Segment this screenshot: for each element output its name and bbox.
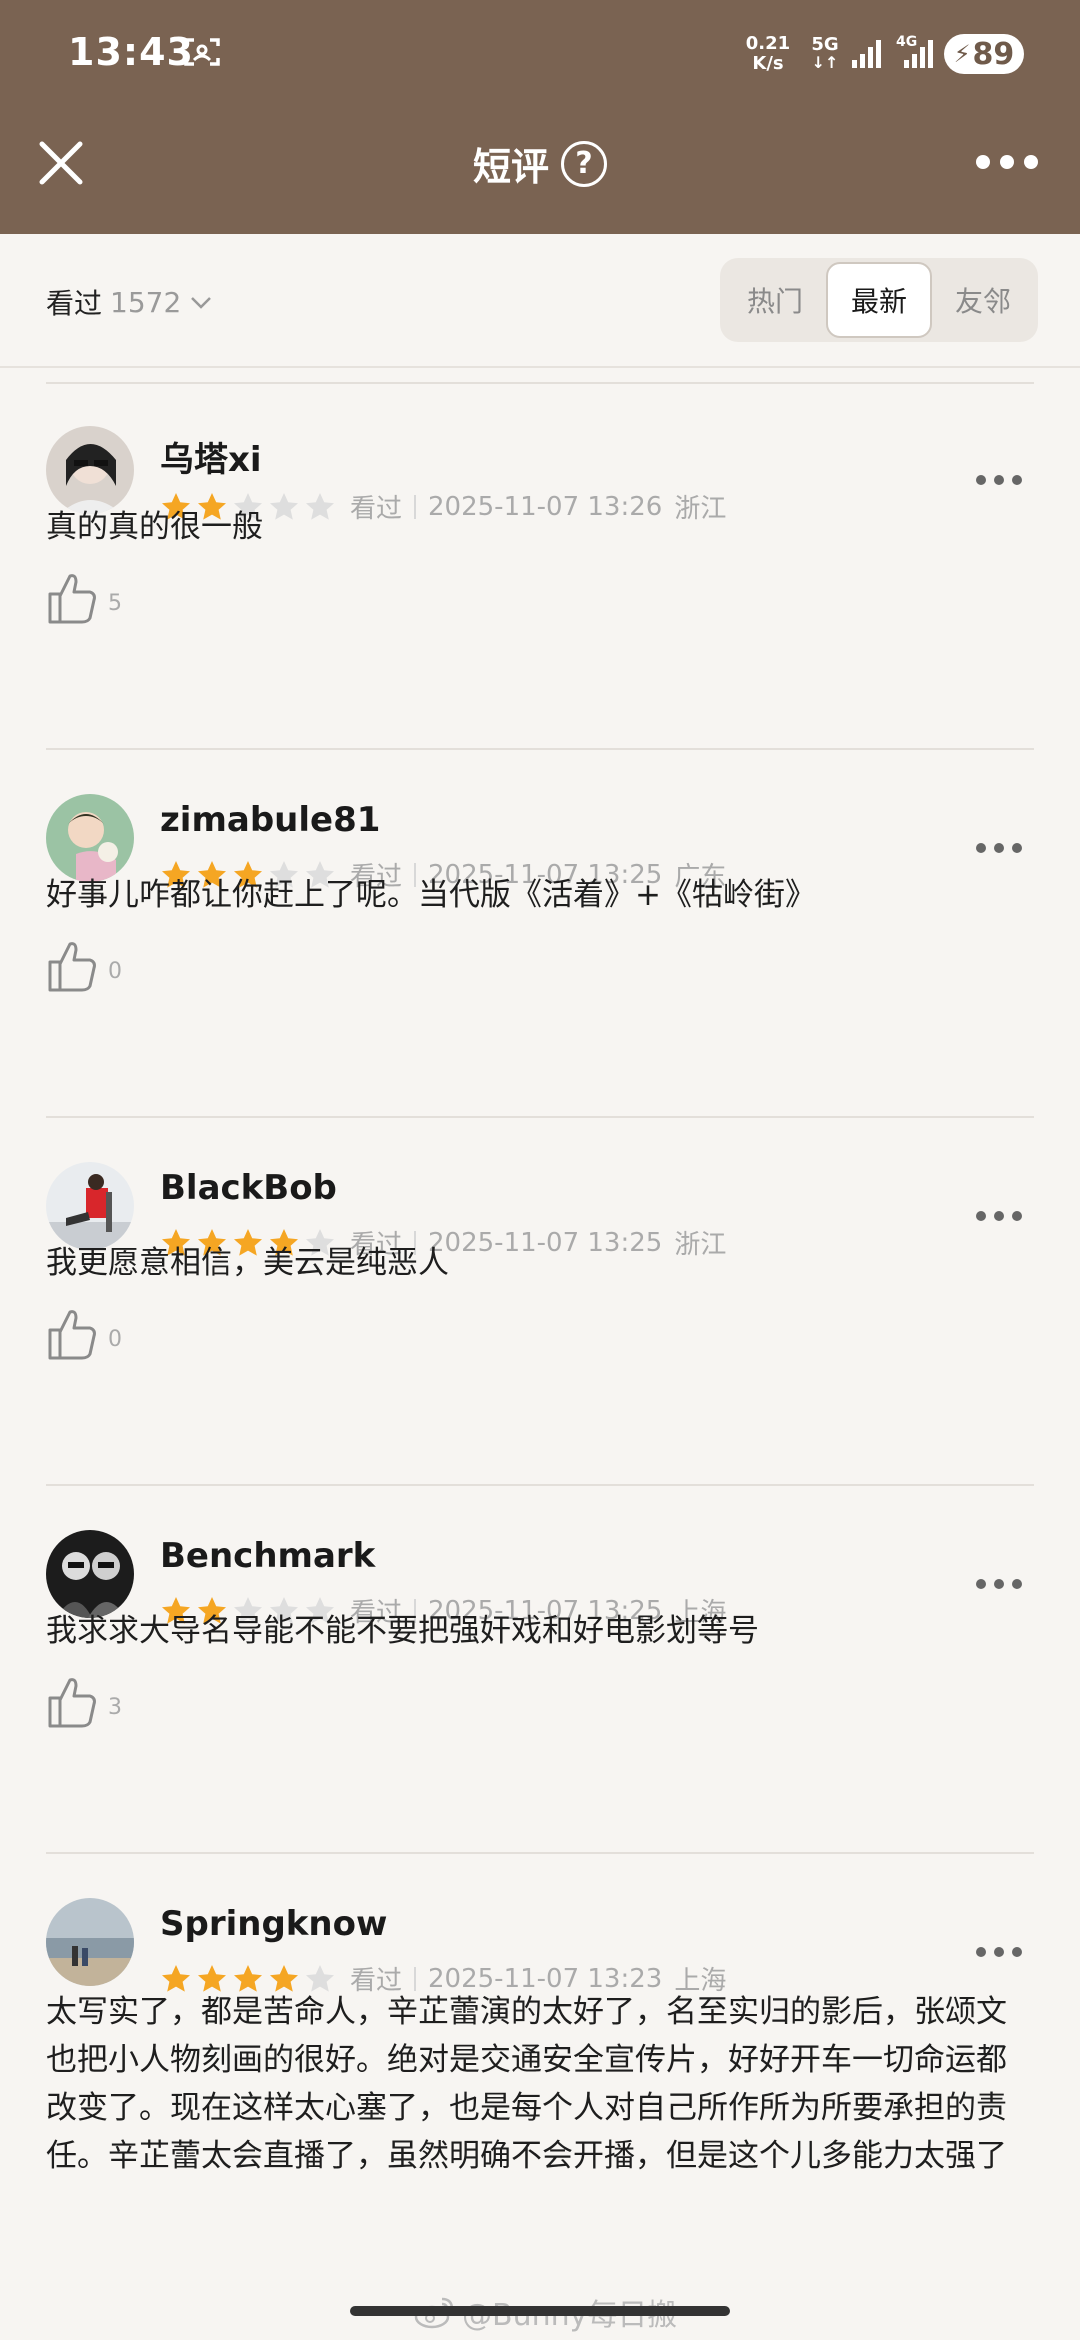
- dot-icon: [1024, 155, 1038, 169]
- more-options-icon[interactable]: [976, 1942, 1022, 1962]
- dot-icon: [976, 155, 990, 169]
- tab-latest[interactable]: 最新: [826, 262, 932, 338]
- title-wrap: 短评 ?: [0, 136, 1080, 191]
- like-button[interactable]: 0: [46, 938, 122, 994]
- data-arrows-icon: ↓↑: [811, 53, 839, 72]
- review-list: 乌塔xi 看过 2025-11-07 13:26 浙江 真的真的很一般 5 zi…: [0, 382, 1080, 2314]
- thumbs-up-icon: [48, 1678, 96, 1728]
- network-5g: 5G ↓↑: [810, 36, 840, 72]
- like-count: 0: [108, 1327, 122, 1352]
- net-speed-unit: K/s: [752, 53, 784, 74]
- help-icon[interactable]: ?: [561, 140, 607, 187]
- like-button[interactable]: 0: [46, 1306, 122, 1362]
- signal-icon: [852, 40, 881, 68]
- like-count: 0: [108, 959, 122, 984]
- battery-level: 89: [972, 36, 1015, 72]
- review-item: Benchmark 看过 2025-11-07 13:25 上海 我求求大导名导…: [0, 1486, 1080, 1854]
- like-count: 5: [108, 591, 122, 616]
- seen-count: 1572: [110, 285, 182, 319]
- like-button[interactable]: 5: [46, 570, 122, 626]
- battery-indicator: ⚡ 89: [944, 34, 1024, 74]
- more-options-icon[interactable]: [976, 1574, 1022, 1594]
- review-text: 我求求大导名导能不能不要把强奸戏和好电影划等号: [46, 1613, 759, 1649]
- avatar[interactable]: [46, 426, 134, 514]
- net-speed-value: 0.21: [745, 33, 791, 54]
- net-speed: 0.21 K/s: [742, 34, 794, 74]
- avatar[interactable]: [46, 794, 134, 882]
- tab-hot[interactable]: 热门: [724, 262, 826, 338]
- review-text: 我更愿意相信，美云是纯恶人: [46, 1245, 449, 1281]
- review-text: 真的真的很一般: [46, 509, 263, 545]
- sort-segmented-control: 热门 最新 友邻: [720, 258, 1038, 342]
- top-bar: 短评 ?: [0, 110, 1080, 234]
- dot-icon: [1000, 155, 1014, 169]
- avatar[interactable]: [46, 1530, 134, 1618]
- review-text: 好事儿咋都让你赶上了呢。当代版《活着》+《牯岭街》: [46, 877, 816, 913]
- thumbs-up-icon: [48, 574, 96, 624]
- review-text: 太写实了，都是苦命人，辛芷蕾演的太好了，名至实归的影后，张颂文也把小人物刻画的很…: [46, 1994, 1007, 2174]
- user-name[interactable]: BlackBob: [160, 1168, 337, 1208]
- meta-divider: [414, 1966, 417, 1991]
- network-5g-label: 5G: [811, 34, 839, 55]
- user-name[interactable]: Springknow: [160, 1904, 387, 1944]
- screen-capture-icon: [184, 38, 220, 66]
- seen-filter-dropdown[interactable]: 看过 1572: [46, 282, 213, 322]
- filter-bar: 看过 1572 热门 最新 友邻: [0, 234, 1080, 368]
- charging-icon: ⚡: [953, 40, 971, 68]
- review-item: BlackBob 看过 2025-11-07 13:25 浙江 我更愿意相信，美…: [0, 1118, 1080, 1486]
- thumbs-up-icon: [48, 942, 96, 992]
- review-item: Springknow 看过 2025-11-07 13:23 上海 太写实了，都…: [0, 1854, 1080, 2314]
- signal-icon-2: [904, 40, 933, 68]
- more-options-icon[interactable]: [976, 838, 1022, 858]
- user-name[interactable]: Benchmark: [160, 1536, 375, 1576]
- review-item: zimabule81 看过 2025-11-07 13:25 广东 好事儿咋都让…: [0, 750, 1080, 1118]
- gesture-bar[interactable]: [350, 2306, 730, 2316]
- page-title: 短评: [472, 145, 549, 189]
- more-options-icon[interactable]: [974, 144, 1040, 180]
- user-name[interactable]: 乌塔xi: [160, 432, 262, 481]
- review-item: 乌塔xi 看过 2025-11-07 13:26 浙江 真的真的很一般 5: [0, 382, 1080, 750]
- status-bar: 13:43 0.21 K/s 5G ↓↑ 4G ⚡ 89: [0, 0, 1080, 110]
- status-time: 13:43: [68, 30, 194, 74]
- user-name[interactable]: zimabule81: [160, 800, 380, 840]
- thumbs-up-icon: [48, 1310, 96, 1360]
- like-button[interactable]: 3: [46, 1674, 122, 1730]
- tab-friends[interactable]: 友邻: [932, 262, 1034, 338]
- avatar[interactable]: [46, 1898, 134, 1986]
- more-options-icon[interactable]: [976, 470, 1022, 490]
- avatar[interactable]: [46, 1162, 134, 1250]
- like-count: 3: [108, 1695, 122, 1720]
- chevron-down-icon: [191, 297, 212, 309]
- seen-label: 看过: [46, 287, 103, 320]
- more-options-icon[interactable]: [976, 1206, 1022, 1226]
